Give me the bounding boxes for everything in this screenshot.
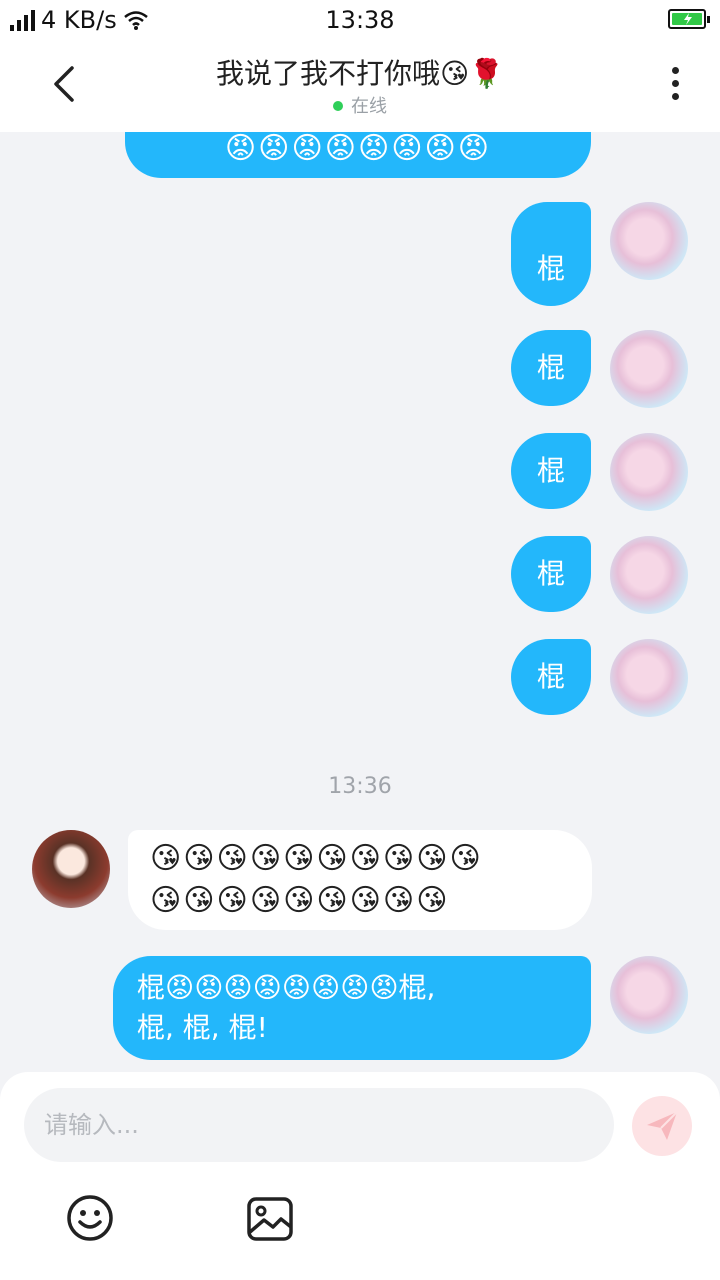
message-bubble[interactable]: 棍 (511, 433, 591, 509)
send-button[interactable] (632, 1096, 692, 1156)
status-time: 13:38 (325, 6, 395, 34)
smiley-icon (67, 1195, 113, 1241)
message-bubble[interactable]: 棍 (511, 330, 591, 406)
status-bar: 4 KB/s 13:38 (0, 0, 720, 40)
message-bubble[interactable]: 棍 (511, 639, 591, 715)
input-panel (0, 1072, 720, 1280)
message-text: 棍 (536, 351, 565, 384)
image-button[interactable] (246, 1196, 294, 1242)
online-dot (333, 101, 343, 111)
message-text-line: 😘😘😘😘😘😘😘😘😘 (150, 883, 450, 918)
avatar[interactable] (610, 202, 688, 280)
message-bubble[interactable]: 棍 (511, 202, 591, 306)
message-timestamp: 13:36 (328, 774, 392, 799)
message-bubble[interactable]: 😡😡😡😡😡😡😡😡 (125, 132, 591, 178)
chat-area[interactable]: 😡😡😡😡😡😡😡😡 棍 棍 棍 棍 棍 13:36 😘😘😘😘😘😘😘😘😘😘 😘😘😘😘… (0, 132, 720, 1072)
chat-header: 我说了我不打你哦😘🌹 在线 (0, 40, 720, 132)
message-text: 😡😡😡😡😡😡😡😡 (224, 132, 492, 166)
send-icon (647, 1111, 678, 1140)
message-text-line: 棍, 棍, 棍! (137, 1011, 268, 1044)
chat-title: 我说了我不打你哦😘🌹 (215, 57, 505, 90)
avatar[interactable] (610, 956, 688, 1034)
more-button[interactable] (660, 64, 690, 108)
image-icon (247, 1197, 293, 1241)
message-bubble[interactable]: 棍😡😡😡😡😡😡😡😡棍, 棍, 棍, 棍! (113, 956, 591, 1060)
message-text-line: 😘😘😘😘😘😘😘😘😘😘 (150, 841, 483, 876)
message-text: 棍 (536, 660, 565, 693)
message-text: 棍 (536, 454, 565, 487)
message-bubble[interactable]: 棍 (511, 536, 591, 612)
avatar[interactable] (610, 330, 688, 408)
message-text: 棍 (536, 557, 565, 590)
emoji-button[interactable] (66, 1194, 114, 1242)
avatar[interactable] (32, 830, 110, 908)
battery-icon (668, 9, 710, 29)
more-vertical-icon (671, 67, 679, 74)
message-bubble[interactable]: 😘😘😘😘😘😘😘😘😘😘 😘😘😘😘😘😘😘😘😘 (128, 830, 592, 930)
message-input[interactable] (24, 1088, 614, 1162)
message-text: 棍 (536, 252, 565, 285)
avatar[interactable] (610, 433, 688, 511)
avatar[interactable] (610, 639, 688, 717)
online-status: 在线 (0, 92, 720, 118)
online-status-label: 在线 (351, 96, 387, 117)
avatar[interactable] (610, 536, 688, 614)
message-text-line: 棍😡😡😡😡😡😡😡😡棍, (137, 971, 436, 1004)
